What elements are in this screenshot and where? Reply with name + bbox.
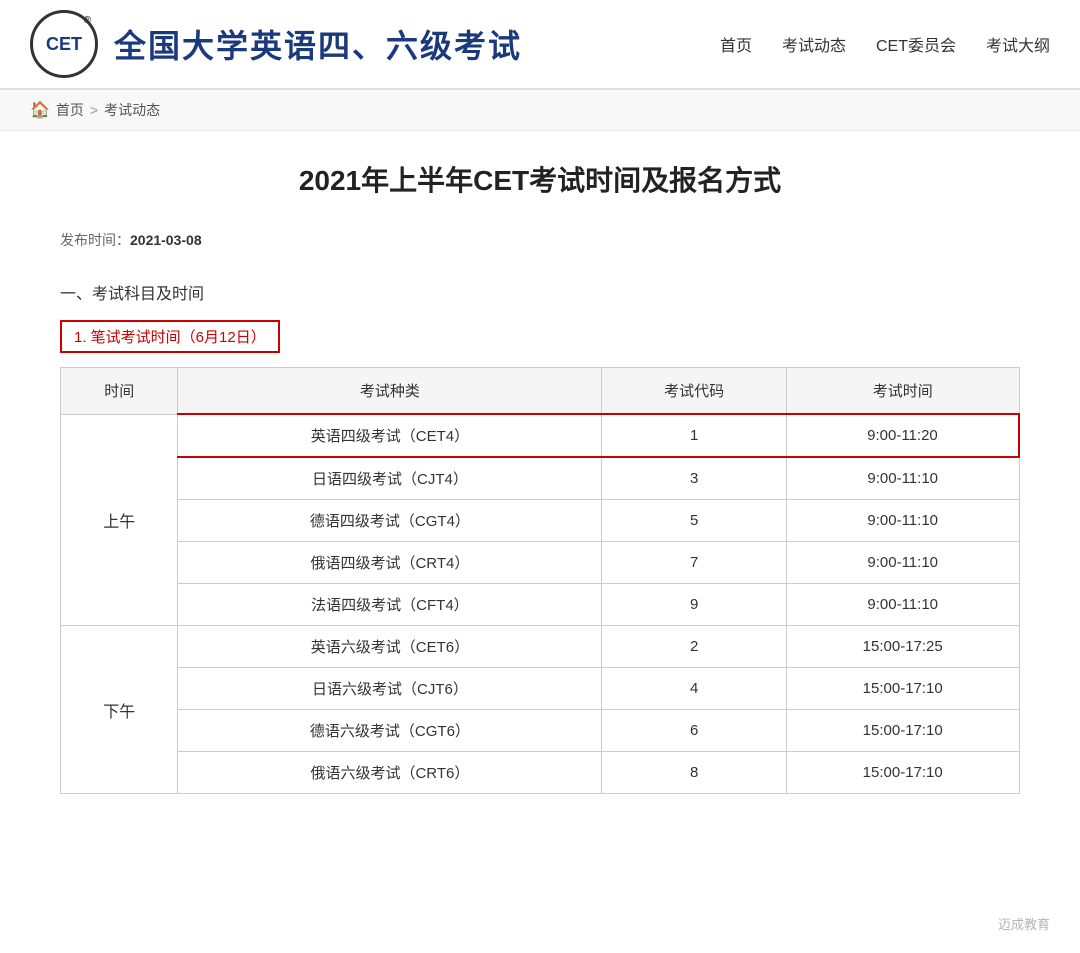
table-row: 德语六级考试（CGT6）615:00-17:10 xyxy=(61,710,1020,752)
exam-code: 9 xyxy=(602,584,786,626)
nav-item-考试动态[interactable]: 考试动态 xyxy=(782,32,846,56)
exam-code: 4 xyxy=(602,668,786,710)
nav-item-CET委员会[interactable]: CET委员会 xyxy=(876,32,956,56)
exam-time: 9:00-11:10 xyxy=(786,500,1019,542)
exam-name: 英语四级考试（CET4） xyxy=(178,414,602,457)
col-header: 时间 xyxy=(61,368,178,415)
logo-text: CET xyxy=(46,34,82,55)
exam-code: 5 xyxy=(602,500,786,542)
site-title: 全国大学英语四、六级考试 xyxy=(114,21,522,67)
table-body: 上午英语四级考试（CET4）19:00-11:20日语四级考试（CJT4）39:… xyxy=(61,414,1020,794)
exam-code: 3 xyxy=(602,457,786,500)
subsection1-label: 1. 笔试考试时间（6月12日） xyxy=(60,320,280,353)
period-cell: 上午 xyxy=(61,414,178,626)
nav-item-首页[interactable]: 首页 xyxy=(720,32,752,56)
home-icon: 🏠 xyxy=(30,100,50,120)
breadcrumb-separator: > xyxy=(90,102,98,118)
header-row: 时间考试种类考试代码考试时间 xyxy=(61,368,1020,415)
table-header: 时间考试种类考试代码考试时间 xyxy=(61,368,1020,415)
breadcrumb: 🏠 首页 > 考试动态 xyxy=(0,90,1080,131)
table-row: 上午英语四级考试（CET4）19:00-11:20 xyxy=(61,414,1020,457)
table-row: 日语四级考试（CJT4）39:00-11:10 xyxy=(61,457,1020,500)
exam-name: 日语六级考试（CJT6） xyxy=(178,668,602,710)
watermark: 迈成教育 xyxy=(998,914,1050,933)
col-header: 考试时间 xyxy=(786,368,1019,415)
exam-code: 7 xyxy=(602,542,786,584)
exam-time: 15:00-17:10 xyxy=(786,752,1019,794)
exam-time: 9:00-11:10 xyxy=(786,542,1019,584)
main-content: 2021年上半年CET考试时间及报名方式 发布时间：2021-03-08 一、考… xyxy=(0,131,1080,854)
publish-date-value: 2021-03-08 xyxy=(130,232,202,248)
publish-label: 发布时间： xyxy=(60,232,130,248)
table-row: 德语四级考试（CGT4）59:00-11:10 xyxy=(61,500,1020,542)
nav-item-考试大纲[interactable]: 考试大纲 xyxy=(986,32,1050,56)
exam-code: 2 xyxy=(602,626,786,668)
exam-time: 15:00-17:10 xyxy=(786,710,1019,752)
table-row: 日语六级考试（CJT6）415:00-17:10 xyxy=(61,668,1020,710)
period-cell: 下午 xyxy=(61,626,178,794)
exam-time: 15:00-17:25 xyxy=(786,626,1019,668)
exam-time: 9:00-11:10 xyxy=(786,584,1019,626)
breadcrumb-current: 考试动态 xyxy=(104,100,160,120)
table-row: 下午英语六级考试（CET6）215:00-17:25 xyxy=(61,626,1020,668)
table-row: 法语四级考试（CFT4）99:00-11:10 xyxy=(61,584,1020,626)
site-header: CET 全国大学英语四、六级考试 首页 考试动态 CET委员会 考试大纲 xyxy=(0,0,1080,90)
logo-area: CET 全国大学英语四、六级考试 xyxy=(30,10,522,78)
table-row: 俄语六级考试（CRT6）815:00-17:10 xyxy=(61,752,1020,794)
exam-code: 1 xyxy=(602,414,786,457)
table-row: 俄语四级考试（CRT4）79:00-11:10 xyxy=(61,542,1020,584)
exam-name: 法语四级考试（CFT4） xyxy=(178,584,602,626)
exam-schedule-table: 时间考试种类考试代码考试时间 上午英语四级考试（CET4）19:00-11:20… xyxy=(60,367,1020,794)
exam-name: 德语四级考试（CGT4） xyxy=(178,500,602,542)
article-title: 2021年上半年CET考试时间及报名方式 xyxy=(60,161,1020,200)
breadcrumb-home-link[interactable]: 首页 xyxy=(56,100,84,120)
exam-code: 8 xyxy=(602,752,786,794)
exam-name: 英语六级考试（CET6） xyxy=(178,626,602,668)
exam-name: 俄语六级考试（CRT6） xyxy=(178,752,602,794)
main-nav: 首页 考试动态 CET委员会 考试大纲 xyxy=(720,32,1050,56)
section1-title: 一、考试科目及时间 xyxy=(60,280,1020,304)
col-header: 考试种类 xyxy=(178,368,602,415)
col-header: 考试代码 xyxy=(602,368,786,415)
exam-name: 德语六级考试（CGT6） xyxy=(178,710,602,752)
publish-date-area: 发布时间：2021-03-08 xyxy=(60,230,1020,250)
exam-time: 15:00-17:10 xyxy=(786,668,1019,710)
cet-logo: CET xyxy=(30,10,98,78)
exam-time: 9:00-11:10 xyxy=(786,457,1019,500)
exam-name: 俄语四级考试（CRT4） xyxy=(178,542,602,584)
exam-code: 6 xyxy=(602,710,786,752)
exam-time: 9:00-11:20 xyxy=(786,414,1019,457)
exam-name: 日语四级考试（CJT4） xyxy=(178,457,602,500)
